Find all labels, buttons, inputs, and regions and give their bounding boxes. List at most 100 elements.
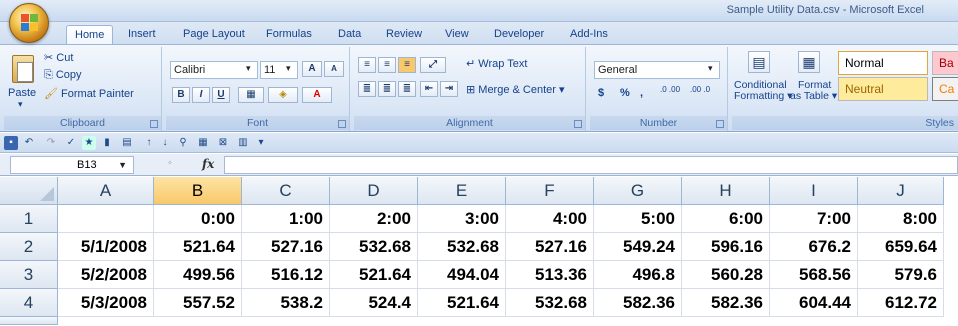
- style-normal[interactable]: Normal: [838, 51, 928, 75]
- wrap-text-button[interactable]: ↵ Wrap Text: [466, 57, 527, 70]
- underline-button[interactable]: U: [212, 87, 230, 103]
- conditional-formatting-button-line2[interactable]: Formatting ▾: [734, 90, 792, 102]
- orientation-icon[interactable]: ⤢: [420, 57, 446, 73]
- cell-a4[interactable]: 5/3/2008: [58, 289, 154, 317]
- cell-e2[interactable]: 532.68: [418, 233, 506, 261]
- name-box[interactable]: B13 ▼: [10, 156, 134, 174]
- clipboard-launcher-icon[interactable]: [150, 120, 158, 128]
- chevron-down-icon[interactable]: ▼: [118, 157, 127, 173]
- merge-center-button[interactable]: ⊞ Merge & Center ▾: [466, 83, 565, 96]
- cell-e3[interactable]: 494.04: [418, 261, 506, 289]
- align-bottom-icon[interactable]: ≡: [398, 57, 416, 73]
- cell-b3[interactable]: 499.56: [154, 261, 242, 289]
- tab-view[interactable]: View: [437, 25, 477, 44]
- chevron-down-icon[interactable]: ▾: [286, 63, 291, 74]
- cell-g3[interactable]: 496.8: [594, 261, 682, 289]
- font-size-input[interactable]: 11: [260, 61, 298, 79]
- cell-h3[interactable]: 560.28: [682, 261, 770, 289]
- zoom-icon[interactable]: ⊠: [216, 136, 230, 150]
- cell-c4[interactable]: 538.2: [242, 289, 330, 317]
- cell-f2[interactable]: 527.16: [506, 233, 594, 261]
- column-header-e[interactable]: E: [418, 177, 506, 205]
- percent-button[interactable]: %: [620, 87, 630, 99]
- column-header-g[interactable]: G: [594, 177, 682, 205]
- font-name-input[interactable]: Calibri: [170, 61, 258, 79]
- font-launcher-icon[interactable]: [338, 120, 346, 128]
- formula-input[interactable]: [224, 156, 958, 174]
- number-launcher-icon[interactable]: [716, 120, 724, 128]
- format-as-table-button-line2[interactable]: as Table ▾: [790, 90, 837, 102]
- cell-j2[interactable]: 659.64: [858, 233, 944, 261]
- spelling-icon[interactable]: ✓: [64, 136, 78, 150]
- cell-c1[interactable]: 1:00: [242, 205, 330, 233]
- cell-a3[interactable]: 5/2/2008: [58, 261, 154, 289]
- align-top-icon[interactable]: ≡: [358, 57, 376, 73]
- cell-h1[interactable]: 6:00: [682, 205, 770, 233]
- currency-button[interactable]: $: [598, 87, 604, 99]
- sort-asc-icon[interactable]: ↑: [142, 136, 156, 150]
- tab-formulas[interactable]: Formulas: [258, 25, 320, 44]
- style-neutral[interactable]: Neutral: [838, 77, 928, 101]
- customize-qat-icon[interactable]: ▾: [254, 136, 268, 150]
- table-icon[interactable]: ▦: [196, 136, 210, 150]
- cell-e1[interactable]: 3:00: [418, 205, 506, 233]
- cell-i1[interactable]: 7:00: [770, 205, 858, 233]
- cell-c2[interactable]: 527.16: [242, 233, 330, 261]
- column-header-d[interactable]: D: [330, 177, 418, 205]
- undo-icon[interactable]: ↶: [22, 136, 36, 150]
- column-header-h[interactable]: H: [682, 177, 770, 205]
- tab-review[interactable]: Review: [378, 25, 430, 44]
- align-left-icon[interactable]: ≣: [358, 81, 376, 97]
- borders-icon[interactable]: ▦: [238, 87, 264, 103]
- cell-j3[interactable]: 579.6: [858, 261, 944, 289]
- align-center-icon[interactable]: ≣: [378, 81, 396, 97]
- font-color-icon[interactable]: A: [302, 87, 332, 103]
- format-painter-button[interactable]: 🖌 Format Painter: [44, 87, 134, 100]
- chart-icon[interactable]: ▮: [100, 136, 114, 150]
- cell-j4[interactable]: 612.72: [858, 289, 944, 317]
- cell-i3[interactable]: 568.56: [770, 261, 858, 289]
- cell-i4[interactable]: 604.44: [770, 289, 858, 317]
- cell-g1[interactable]: 5:00: [594, 205, 682, 233]
- increase-indent-icon[interactable]: ⇥: [440, 81, 458, 97]
- paste-button[interactable]: Paste: [8, 87, 36, 99]
- cut-button[interactable]: ✂ Cut: [44, 51, 73, 64]
- tab-add-ins[interactable]: Add-Ins: [562, 25, 616, 44]
- column-header-i[interactable]: I: [770, 177, 858, 205]
- sort-desc-icon[interactable]: ↓: [158, 136, 172, 150]
- cell-i2[interactable]: 676.2: [770, 233, 858, 261]
- redo-icon[interactable]: ↷: [44, 136, 58, 150]
- copy-button[interactable]: ⎘ Copy: [44, 69, 82, 82]
- row-header-2[interactable]: 2: [0, 233, 58, 261]
- grid-icon[interactable]: ▥: [236, 136, 250, 150]
- fill-color-icon[interactable]: ◈: [268, 87, 298, 103]
- alignment-launcher-icon[interactable]: [574, 120, 582, 128]
- cell-e4[interactable]: 521.64: [418, 289, 506, 317]
- sort-icon[interactable]: ★: [82, 136, 96, 150]
- row-header-1[interactable]: 1: [0, 205, 58, 233]
- number-format-select[interactable]: General: [594, 61, 720, 79]
- cell-d1[interactable]: 2:00: [330, 205, 418, 233]
- formula-cancel-icon[interactable]: ◦: [168, 157, 172, 169]
- cell-d3[interactable]: 521.64: [330, 261, 418, 289]
- paste-dropdown-icon[interactable]: ▾: [18, 99, 23, 110]
- align-right-icon[interactable]: ≣: [398, 81, 416, 97]
- row-header-3[interactable]: 3: [0, 261, 58, 289]
- cell-h4[interactable]: 582.36: [682, 289, 770, 317]
- column-header-j[interactable]: J: [858, 177, 944, 205]
- column-header-b[interactable]: B: [154, 177, 242, 205]
- cell-a1[interactable]: [58, 205, 154, 233]
- cell-b1[interactable]: 0:00: [154, 205, 242, 233]
- cell-j1[interactable]: 8:00: [858, 205, 944, 233]
- save-icon[interactable]: ▪: [4, 136, 18, 150]
- decrease-indent-icon[interactable]: ⇤: [420, 81, 438, 97]
- bold-button[interactable]: B: [172, 87, 190, 103]
- chevron-down-icon[interactable]: ▾: [246, 63, 251, 74]
- column-header-f[interactable]: F: [506, 177, 594, 205]
- column-header-c[interactable]: C: [242, 177, 330, 205]
- shrink-font-button[interactable]: A: [324, 61, 344, 77]
- increase-decimal-button[interactable]: .0 .00: [660, 85, 680, 94]
- select-all-corner[interactable]: [0, 177, 58, 205]
- cell-c3[interactable]: 516.12: [242, 261, 330, 289]
- conditional-formatting-icon[interactable]: ▤: [748, 51, 770, 73]
